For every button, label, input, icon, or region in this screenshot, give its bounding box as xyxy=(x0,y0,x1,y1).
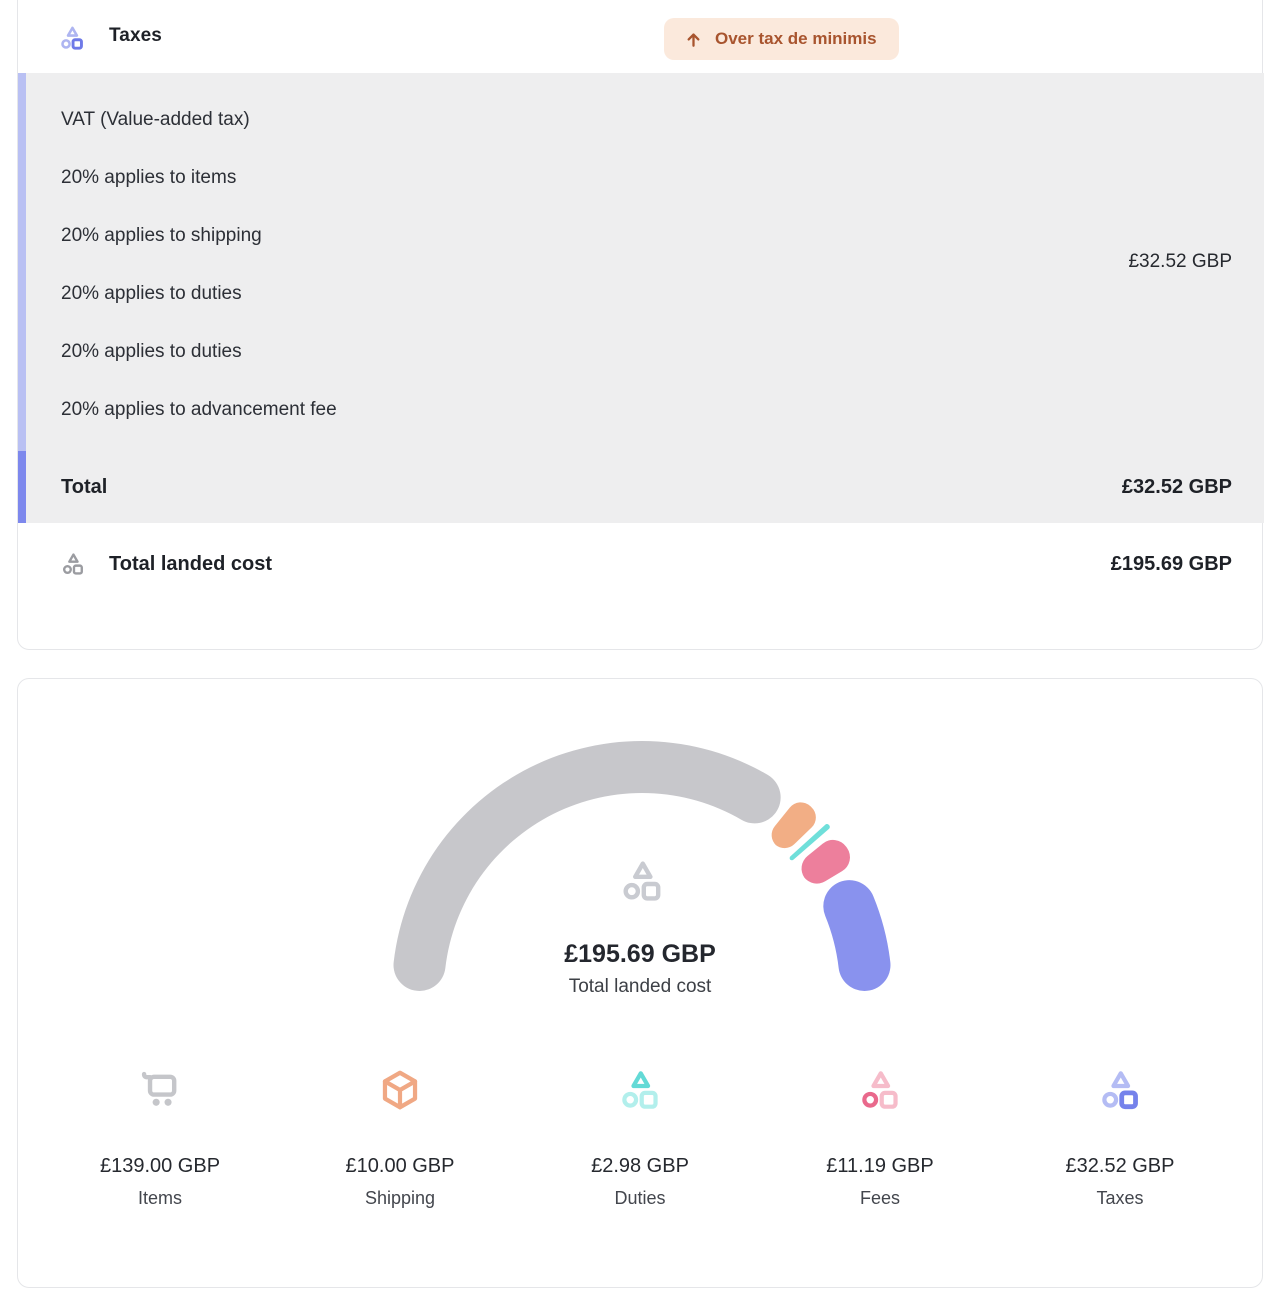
taxes-card: Taxes Over tax de minimis VAT (Value-add… xyxy=(17,0,1263,650)
vat-row: 20% applies to items xyxy=(61,149,337,207)
legend-amount: £2.98 GBP xyxy=(520,1152,760,1180)
gauge-segment-fees: Fees: £11.19 GBP xyxy=(802,840,850,884)
legend-amount: £11.19 GBP xyxy=(760,1152,1000,1180)
legend-label: Taxes xyxy=(1000,1185,1240,1211)
vat-row: 20% applies to duties xyxy=(61,265,337,323)
taxes-landed-cost-icon-legend xyxy=(1000,1065,1240,1115)
landed-cost-chart-card: Items: £139.00 GBPShipping: £10.00 GBPDu… xyxy=(17,678,1263,1288)
total-stripe xyxy=(18,451,26,523)
vat-rows: VAT (Value-added tax) 20% applies to ite… xyxy=(61,91,337,439)
legend-item-items: £139.00 GBP Items xyxy=(40,1065,280,1211)
over-tax-de-minimis-badge: Over tax de minimis xyxy=(664,18,899,60)
legend-item-fees: £11.19 GBP Fees xyxy=(760,1065,1000,1211)
total-amount: £32.52 GBP xyxy=(1122,473,1232,501)
legend-amount: £139.00 GBP xyxy=(40,1152,280,1180)
vat-row: 20% applies to duties xyxy=(61,323,337,381)
total-landed-cost-amount: £195.69 GBP xyxy=(1111,551,1232,577)
package-icon xyxy=(280,1065,520,1115)
taxes-landed-cost-icon xyxy=(58,24,86,52)
total-landed-cost-label: Total landed cost xyxy=(109,551,272,577)
duties-landed-cost-icon xyxy=(520,1065,760,1115)
legend-label: Duties xyxy=(520,1185,760,1211)
vat-group-amount: £32.52 GBP xyxy=(1128,249,1232,275)
landed-cost-quote-page: Taxes Over tax de minimis VAT (Value-add… xyxy=(0,0,1280,1297)
gauge-legend: £139.00 GBP Items £10.00 GBP Shipping £2… xyxy=(40,1065,1240,1211)
legend-item-taxes: £32.52 GBP Taxes xyxy=(1000,1065,1240,1211)
vat-row: 20% applies to advancement fee xyxy=(61,381,337,439)
legend-amount: £10.00 GBP xyxy=(280,1152,520,1180)
gauge-landed-cost-icon xyxy=(618,857,666,905)
total-landed-cost-icon xyxy=(60,551,86,577)
arrow-up-icon xyxy=(684,30,703,49)
fees-landed-cost-icon xyxy=(760,1065,1000,1115)
gauge-segment-duties: Duties: £2.98 GBP xyxy=(790,824,830,860)
cart-icon xyxy=(40,1065,280,1115)
gauge-segment-shipping: Shipping: £10.00 GBP xyxy=(772,802,816,848)
legend-amount: £32.52 GBP xyxy=(1000,1152,1240,1180)
vat-stripe xyxy=(18,73,26,451)
vat-row-title: VAT (Value-added tax) xyxy=(61,91,337,149)
legend-label: Fees xyxy=(760,1185,1000,1211)
legend-label: Shipping xyxy=(280,1185,520,1211)
gauge-center-caption: Total landed cost xyxy=(18,976,1262,998)
gauge-center-amount: £195.69 GBP xyxy=(18,940,1262,969)
legend-item-duties: £2.98 GBP Duties xyxy=(520,1065,760,1211)
vat-row: 20% applies to shipping xyxy=(61,207,337,265)
gauge-segment-taxes: Taxes: £32.52 GBP xyxy=(823,880,890,991)
taxes-card-title: Taxes xyxy=(109,25,162,47)
total-label: Total xyxy=(61,473,107,501)
legend-item-shipping: £10.00 GBP Shipping xyxy=(280,1065,520,1211)
legend-label: Items xyxy=(40,1185,280,1211)
badge-label: Over tax de minimis xyxy=(715,29,877,49)
